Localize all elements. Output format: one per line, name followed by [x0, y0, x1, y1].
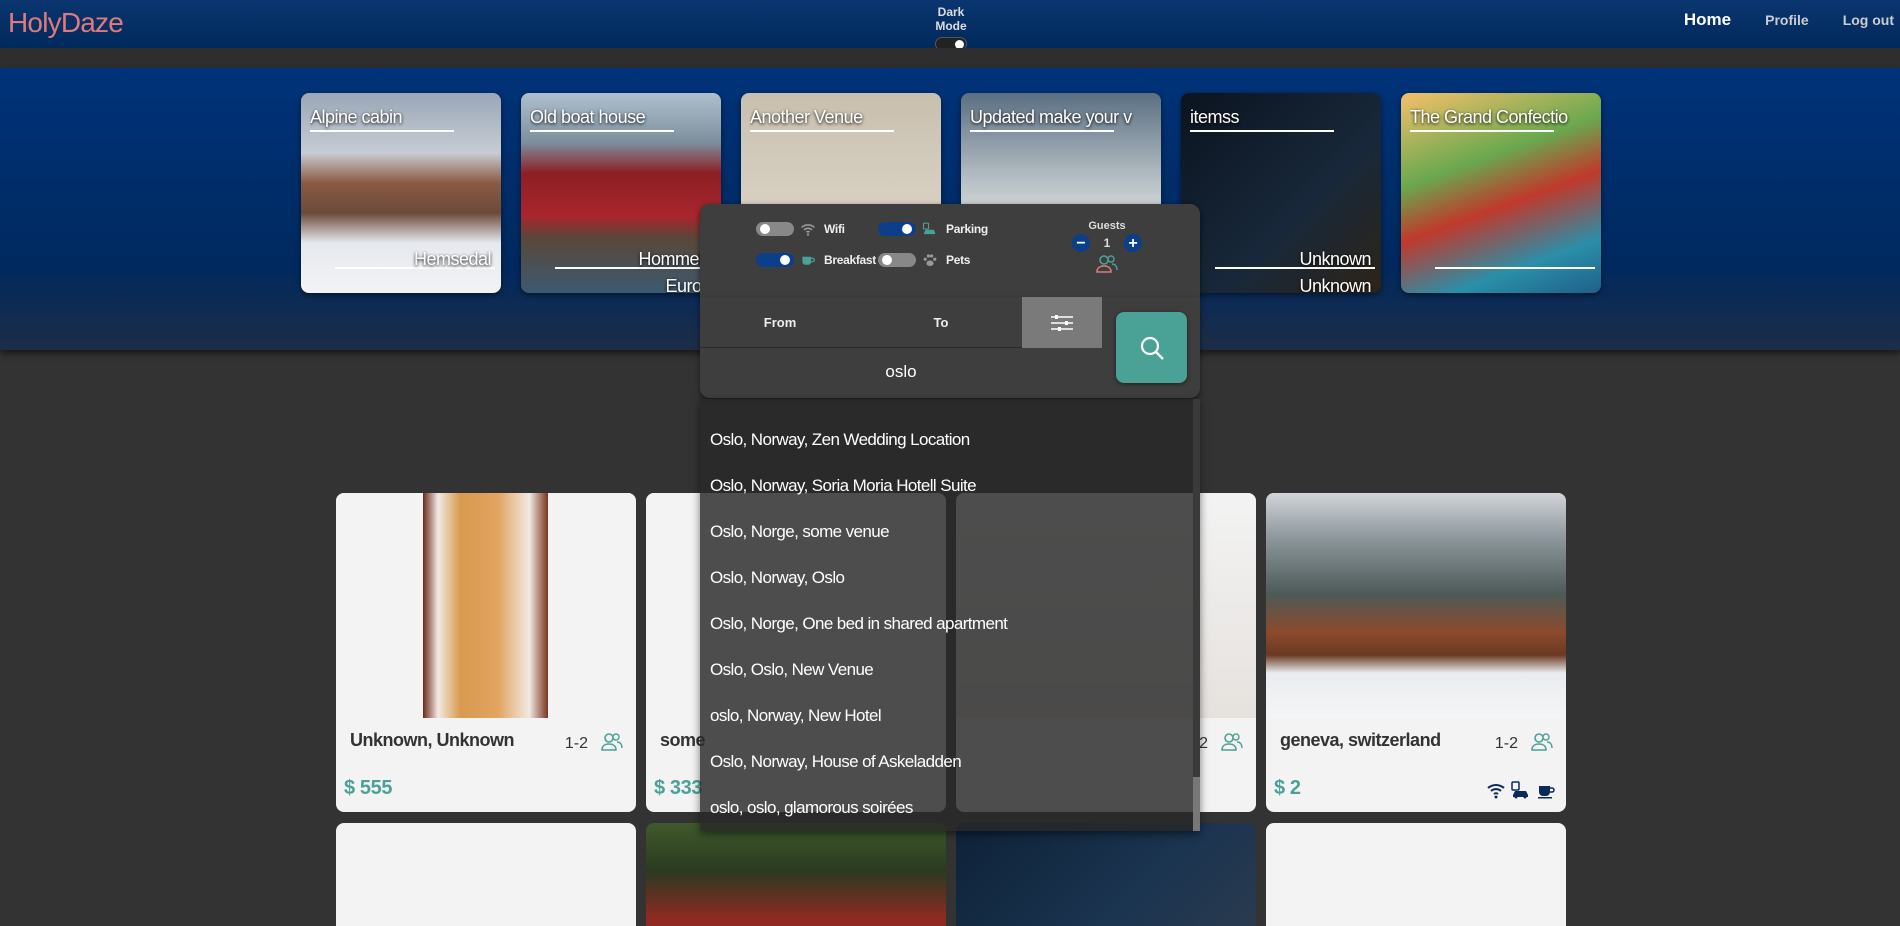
venue-price: $ 555 — [344, 777, 393, 799]
suggestion-item[interactable]: Oslo, Norway, House of Askeladden — [710, 752, 962, 772]
parking-icon — [922, 222, 936, 235]
featured-card-location: Hemsedal — [413, 249, 492, 269]
breakfast-label: Breakfast — [824, 253, 876, 267]
featured-card-title: Updated make your v — [970, 107, 1150, 132]
parking-toggle[interactable] — [878, 222, 916, 236]
guests-control: Guests − 1 + — [1052, 220, 1162, 274]
guests-icon — [601, 733, 623, 751]
guests-icon — [1221, 733, 1243, 751]
location-suggestions: Oslo, Norway, Zen Wedding Location Oslo,… — [700, 399, 1200, 831]
featured-card-title: Alpine cabin — [310, 107, 490, 132]
featured-card[interactable]: Alpine cabin Hemsedal — [301, 93, 501, 293]
wifi-icon — [801, 224, 815, 236]
suggestion-item[interactable]: oslo, Norway, New Hotel — [710, 706, 882, 726]
venue-card[interactable] — [956, 823, 1256, 926]
featured-card-title: Another Venue — [750, 107, 930, 132]
filter-panel: Wifi Parking Breakfast Pets Guests − 1 + — [700, 204, 1200, 297]
venue-card[interactable] — [1266, 823, 1566, 926]
featured-card-title: Old boat house — [530, 107, 710, 132]
search-button[interactable] — [1116, 312, 1187, 383]
search-icon — [1140, 336, 1164, 360]
venue-card[interactable]: Unknown, Unknown 1-2 $ 555 — [336, 493, 636, 812]
scrollbar[interactable] — [1193, 399, 1200, 831]
wifi-icon — [1487, 784, 1505, 799]
venue-location: Unknown, Unknown — [350, 730, 514, 750]
paw-icon — [923, 254, 937, 266]
featured-card-title: itemss — [1190, 107, 1370, 132]
breakfast-icon — [802, 256, 815, 265]
wifi-filter[interactable]: Wifi — [756, 221, 845, 237]
app-logo[interactable]: HolyDaze — [8, 7, 124, 39]
featured-card-location: Unknown Unknown — [1299, 246, 1371, 293]
parking-filter[interactable]: Parking — [878, 221, 988, 237]
location-city: Unknown — [1299, 249, 1371, 269]
venue-card[interactable] — [336, 823, 636, 926]
suggestion-item[interactable]: Oslo, Norway, Oslo — [710, 568, 845, 588]
breakfast-filter[interactable]: Breakfast — [756, 252, 876, 268]
nav-links: Home Profile Log out — [1650, 10, 1900, 30]
scrollbar-thumb[interactable] — [1193, 777, 1200, 831]
guests-label: Guests — [1088, 220, 1126, 232]
venue-capacity: 2 — [1199, 735, 1208, 752]
suggestion-item[interactable]: Oslo, Norge, One bed in shared apartment — [710, 614, 1008, 634]
amenities — [1486, 781, 1556, 799]
guests-icon — [1096, 255, 1118, 273]
from-date-button[interactable]: From — [700, 297, 860, 347]
cat-photo — [423, 493, 548, 718]
breakfast-toggle[interactable] — [756, 253, 794, 267]
venue-location: geneva, switzerland — [1280, 730, 1441, 750]
search-bar: From To oslo — [700, 297, 1200, 398]
guests-decrement-button[interactable]: − — [1072, 234, 1090, 252]
nav-home-link[interactable]: Home — [1684, 10, 1731, 30]
location-country: Unknown — [1299, 276, 1371, 293]
guests-count: 1 — [1103, 236, 1111, 250]
suggestion-item[interactable]: Oslo, Oslo, New Venue — [710, 660, 874, 680]
dark-mode-label: Dark Mode — [935, 5, 967, 33]
wifi-label: Wifi — [824, 222, 845, 236]
pets-filter[interactable]: Pets — [878, 252, 970, 268]
featured-card[interactable]: Old boat house Hommelv Europ — [521, 93, 721, 293]
nav-logout-link[interactable]: Log out — [1843, 12, 1894, 30]
venue-image — [336, 493, 636, 718]
suggestion-item[interactable]: Oslo, Norway, Zen Wedding Location — [710, 430, 970, 450]
pets-toggle[interactable] — [878, 253, 916, 267]
venue-card[interactable] — [646, 823, 946, 926]
wifi-toggle[interactable] — [756, 222, 794, 236]
nav-profile-link[interactable]: Profile — [1765, 12, 1809, 30]
guests-icon — [1531, 733, 1553, 751]
parking-label: Parking — [946, 222, 988, 236]
divider — [1435, 267, 1595, 269]
top-navbar: HolyDaze Dark Mode Home Profile Log out — [0, 0, 1900, 51]
suggestion-item[interactable]: oslo, oslo, glamorous soirées — [710, 798, 913, 818]
venue-capacity: 1-2 — [564, 735, 588, 752]
venue-card[interactable]: geneva, switzerland 1-2 $ 2 — [1266, 493, 1566, 812]
dark-mode-control: Dark Mode — [924, 5, 978, 51]
sliders-icon — [1051, 314, 1073, 331]
featured-card[interactable]: itemss Unknown Unknown — [1181, 93, 1381, 293]
pets-label: Pets — [946, 253, 971, 267]
venue-price: $ 333 — [654, 777, 703, 799]
nav-divider — [0, 48, 1900, 68]
to-date-button[interactable]: To — [860, 297, 1022, 347]
suggestion-item[interactable]: Oslo, Norge, some venue — [710, 522, 890, 542]
guests-increment-button[interactable]: + — [1124, 234, 1142, 252]
parking-icon — [1511, 781, 1528, 799]
venue-price: $ 2 — [1274, 777, 1301, 799]
suggestion-item[interactable]: Oslo, Norway, Soria Moria Hotell Suite — [710, 476, 977, 496]
location-search-input[interactable]: oslo — [700, 349, 1102, 395]
filters-toggle-button[interactable] — [1022, 297, 1102, 348]
featured-card[interactable]: The Grand Confectio — [1401, 93, 1601, 293]
venue-location: some — [660, 730, 706, 750]
venue-capacity: 1-2 — [1494, 735, 1518, 752]
venue-image — [1266, 493, 1566, 718]
breakfast-icon — [1538, 786, 1555, 799]
featured-card-title: The Grand Confectio — [1410, 107, 1590, 132]
